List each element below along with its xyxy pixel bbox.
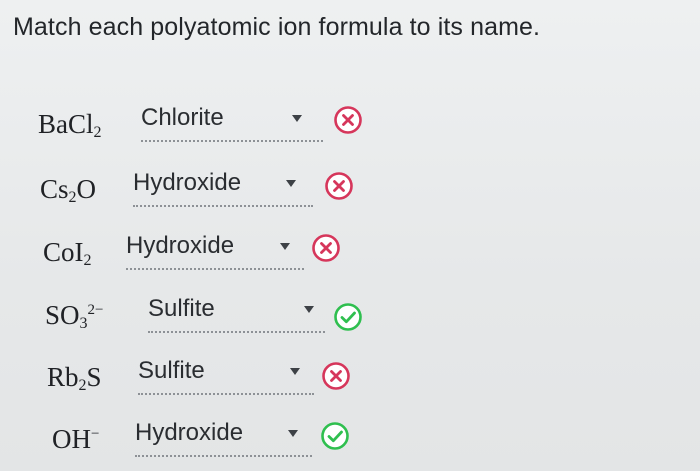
x-circle-icon bbox=[333, 105, 363, 135]
name-dropdown[interactable]: Hydroxide bbox=[133, 161, 313, 207]
dropdown-selected-value: Hydroxide bbox=[126, 232, 235, 259]
check-circle-icon bbox=[320, 421, 350, 451]
formula-label: SO32− bbox=[45, 287, 103, 347]
match-row-rb2s: Rb2S Sulfite bbox=[0, 349, 700, 395]
formula-subscript: 2 bbox=[83, 252, 92, 269]
chevron-down-icon bbox=[286, 180, 296, 187]
name-dropdown[interactable]: Sulfite bbox=[138, 349, 314, 395]
formula-label: BaCl2 bbox=[38, 96, 102, 156]
match-row-cs2o: Cs2O Hydroxide bbox=[0, 161, 700, 207]
formula-base: Rb bbox=[47, 362, 79, 392]
formula-subscript: 3 bbox=[79, 315, 88, 332]
question-panel: Match each polyatomic ion formula to its… bbox=[0, 0, 700, 471]
formula-label: CoI2 bbox=[43, 224, 92, 284]
formula-charge: 2− bbox=[87, 302, 104, 318]
chevron-down-icon bbox=[304, 306, 314, 313]
formula-base: SO bbox=[45, 300, 80, 330]
name-dropdown[interactable]: Sulfite bbox=[148, 287, 325, 333]
dropdown-selected-value: Sulfite bbox=[138, 357, 205, 384]
name-dropdown[interactable]: Hydroxide bbox=[126, 224, 304, 270]
formula-subscript: 2 bbox=[78, 377, 87, 394]
formula-charge: − bbox=[91, 426, 100, 442]
name-dropdown[interactable]: Chlorite bbox=[141, 96, 323, 142]
match-row-bacl2: BaCl2 Chlorite bbox=[0, 96, 700, 142]
question-prompt: Match each polyatomic ion formula to its… bbox=[13, 13, 541, 41]
dropdown-selected-value: Hydroxide bbox=[133, 169, 242, 196]
dropdown-selected-value: Sulfite bbox=[148, 295, 215, 322]
formula-label: OH− bbox=[52, 411, 99, 471]
formula-subscript: 2 bbox=[68, 189, 77, 206]
formula-base: BaCl bbox=[38, 109, 94, 139]
x-circle-icon bbox=[324, 171, 354, 201]
x-circle-icon bbox=[321, 361, 351, 391]
formula-base: S bbox=[86, 362, 102, 392]
match-row-coi2: CoI2 Hydroxide bbox=[0, 224, 700, 270]
formula-subscript: 2 bbox=[93, 124, 102, 141]
x-circle-icon bbox=[311, 233, 341, 263]
formula-label: Cs2O bbox=[40, 161, 96, 221]
check-circle-icon bbox=[333, 302, 363, 332]
match-row-oh: OH− Hydroxide bbox=[0, 411, 700, 457]
formula-base: OH bbox=[52, 424, 91, 454]
name-dropdown[interactable]: Hydroxide bbox=[135, 411, 312, 457]
formula-base: O bbox=[76, 174, 97, 204]
formula-base: CoI bbox=[43, 237, 84, 267]
dropdown-selected-value: Chlorite bbox=[141, 104, 224, 131]
chevron-down-icon bbox=[292, 115, 302, 122]
match-row-so3: SO32− Sulfite bbox=[0, 287, 700, 333]
formula-label: Rb2S bbox=[47, 349, 102, 409]
dropdown-selected-value: Hydroxide bbox=[135, 419, 244, 446]
chevron-down-icon bbox=[290, 368, 300, 375]
formula-base: Cs bbox=[40, 174, 69, 204]
chevron-down-icon bbox=[288, 430, 298, 437]
chevron-down-icon bbox=[280, 243, 290, 250]
